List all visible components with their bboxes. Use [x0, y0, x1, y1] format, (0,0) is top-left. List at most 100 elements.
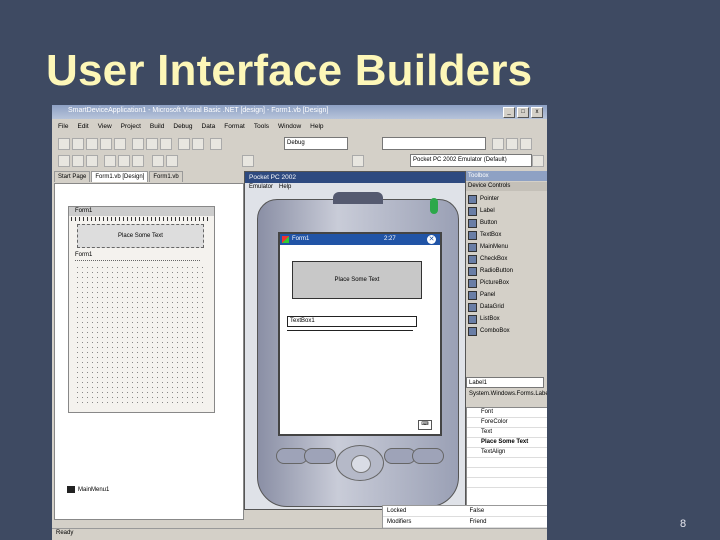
menu-tools[interactable]: Tools — [254, 121, 269, 133]
save-button[interactable] — [100, 138, 112, 150]
label-icon — [468, 206, 477, 216]
toolbox-category[interactable]: Device Controls — [466, 182, 547, 191]
toolbox-item-label: Pointer — [480, 196, 500, 202]
device-screen: Form1 2:27 ✕ Place Some Text TextBox1 ⌨ — [278, 232, 442, 436]
close-button[interactable]: x — [531, 107, 543, 118]
hardware-button-4[interactable] — [412, 448, 444, 464]
textbox-icon — [468, 230, 477, 240]
property-row[interactable] — [467, 468, 547, 478]
property-row[interactable]: ForeColor — [467, 418, 547, 428]
bring-front-button[interactable] — [352, 155, 364, 167]
property-row[interactable]: Modifiers Friend — [383, 517, 547, 528]
maximize-button[interactable]: □ — [517, 107, 529, 118]
undo-button[interactable] — [178, 138, 190, 150]
menu-view[interactable]: View — [98, 121, 112, 133]
toolbox-item-panel[interactable]: Panel — [466, 289, 547, 301]
designer-label[interactable]: Place Some Text — [77, 224, 204, 248]
hardware-button-2[interactable] — [304, 448, 336, 464]
property-row[interactable]: Font — [467, 408, 547, 418]
dpad-center[interactable] — [351, 455, 371, 473]
copy-button[interactable] — [146, 138, 158, 150]
solution-explorer-button[interactable] — [492, 138, 504, 150]
property-row[interactable]: Text — [467, 428, 547, 438]
document-tabs: Start Page Form1.vb [Design] Form1.vb — [54, 171, 184, 182]
device-combo[interactable]: Pocket PC 2002 Emulator (Default) — [410, 154, 532, 167]
menu-project[interactable]: Project — [121, 121, 141, 133]
menu-edit[interactable]: Edit — [77, 121, 88, 133]
property-row[interactable] — [467, 458, 547, 468]
properties-object-combo[interactable]: Label1 System.Windows.Forms.Label — [466, 377, 547, 397]
size-height-button[interactable] — [166, 155, 178, 167]
menu-debug[interactable]: Debug — [173, 121, 192, 133]
align-right-button[interactable] — [86, 155, 98, 167]
designer-form[interactable]: Form1 Place Some Text Form1 — [68, 206, 215, 413]
paste-button[interactable] — [160, 138, 172, 150]
toolbox-title: Toolbox — [466, 171, 547, 181]
property-row[interactable] — [467, 478, 547, 488]
close-icon[interactable]: ✕ — [427, 235, 436, 244]
toolbox-item-label: TextBox — [480, 232, 502, 238]
menu-file[interactable]: File — [58, 121, 68, 133]
toolbox-item-textbox[interactable]: TextBox — [466, 229, 547, 241]
status-bar: Ready — [52, 528, 547, 540]
navigation-dpad[interactable] — [336, 445, 384, 481]
emulator-window: Pocket PC 2002 Emulator Help Form1 2:27 … — [244, 171, 466, 510]
toolbox-item-label: MainMenu — [480, 244, 509, 250]
toolbox-item-combobox[interactable]: ComboBox — [466, 325, 547, 337]
toolbox-item-picturebox[interactable]: PictureBox — [466, 277, 547, 289]
minimize-button[interactable]: _ — [503, 107, 515, 118]
start-button[interactable] — [210, 138, 222, 150]
redo-button[interactable] — [192, 138, 204, 150]
size-width-button[interactable] — [152, 155, 164, 167]
menu-data[interactable]: Data — [202, 121, 216, 133]
toolbox-button[interactable] — [520, 138, 532, 150]
align-top-button[interactable] — [104, 155, 116, 167]
toolbox-item-button[interactable]: Button — [466, 217, 547, 229]
find-combo[interactable] — [382, 137, 486, 150]
screen-titlebar: Form1 2:27 ✕ — [280, 234, 440, 245]
property-row[interactable]: TextAlign — [467, 448, 547, 458]
toolbox-item-checkbox[interactable]: CheckBox — [466, 253, 547, 265]
designer-textbox[interactable]: Form1 — [75, 252, 200, 261]
tab-start-page[interactable]: Start Page — [54, 171, 91, 182]
toolbox-item-label: DataGrid — [480, 304, 505, 310]
properties-button[interactable] — [506, 138, 518, 150]
align-left-button[interactable] — [58, 155, 70, 167]
align-middle-button[interactable] — [118, 155, 130, 167]
toolbox-item-mainmenu[interactable]: MainMenu — [466, 241, 547, 253]
emulator-menu-emulator[interactable]: Emulator — [249, 184, 273, 193]
slide-title: User Interface Builders — [46, 46, 533, 95]
emulator-menu-help[interactable]: Help — [279, 184, 291, 193]
align-bottom-button[interactable] — [132, 155, 144, 167]
connect-device-button[interactable] — [532, 155, 544, 167]
toolbox-item-label: ComboBox — [480, 328, 510, 334]
menu-format[interactable]: Format — [224, 121, 245, 133]
toolbox-item-listbox[interactable]: ListBox — [466, 313, 547, 325]
menu-window[interactable]: Window — [278, 121, 301, 133]
cut-button[interactable] — [132, 138, 144, 150]
add-item-button[interactable] — [72, 138, 84, 150]
spacing-button[interactable] — [242, 155, 254, 167]
property-row[interactable]: Locked False — [383, 506, 547, 517]
menu-build[interactable]: Build — [150, 121, 164, 133]
new-project-button[interactable] — [58, 138, 70, 150]
align-center-button[interactable] — [72, 155, 84, 167]
mainmenu-component[interactable]: MainMenu1 — [78, 487, 109, 493]
toolbox-item-datagrid[interactable]: DataGrid — [466, 301, 547, 313]
config-combo[interactable]: Debug — [284, 137, 348, 150]
toolbox-item-label: RadioButton — [480, 268, 514, 274]
screen-textbox[interactable]: TextBox1 — [287, 316, 417, 327]
menu-help[interactable]: Help — [310, 121, 323, 133]
windows-flag-icon[interactable] — [282, 236, 289, 243]
toolbox-item-pointer[interactable]: Pointer — [466, 193, 547, 205]
save-all-button[interactable] — [114, 138, 126, 150]
pocketpc-device: Form1 2:27 ✕ Place Some Text TextBox1 ⌨ — [257, 192, 459, 507]
open-button[interactable] — [86, 138, 98, 150]
toolbox-item-label[interactable]: Label — [466, 205, 547, 217]
tab-form-code[interactable]: Form1.vb — [149, 171, 183, 182]
property-value-text[interactable]: Place Some Text — [467, 438, 547, 448]
screen-app-title: Form1 — [292, 236, 310, 242]
toolbox-item-radiobutton[interactable]: RadioButton — [466, 265, 547, 277]
keyboard-icon[interactable]: ⌨ — [418, 420, 432, 430]
tab-form-design[interactable]: Form1.vb [Design] — [91, 171, 149, 182]
